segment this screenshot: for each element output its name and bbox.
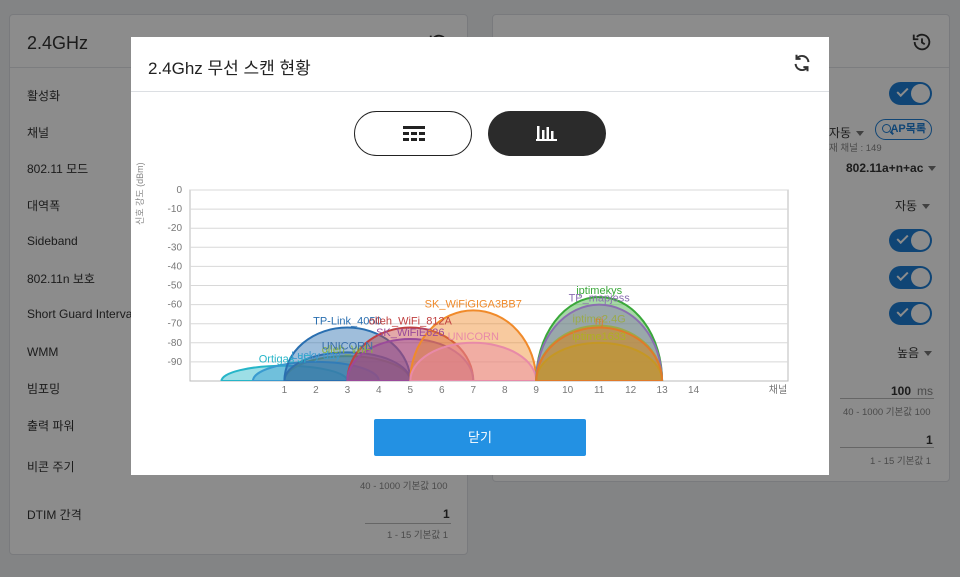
- y-tick-label: -70: [168, 319, 183, 330]
- ssid-label: iptime1633: [572, 331, 626, 343]
- y-tick-label: -20: [168, 223, 183, 234]
- y-tick-label: -40: [168, 261, 183, 272]
- x-tick-label: 2: [313, 385, 319, 396]
- x-tick-label: 4: [376, 385, 382, 396]
- x-tick-label: 9: [533, 385, 539, 396]
- y-tick-label: -10: [168, 204, 183, 215]
- ssid-label: SK_WiFiGIGA3BB7: [425, 298, 522, 310]
- y-tick-label: 0: [176, 185, 182, 196]
- refresh-icon[interactable]: [791, 52, 813, 74]
- ssid-label: SK_WiFiE626: [376, 327, 444, 339]
- x-tick-label: 10: [562, 385, 574, 396]
- modal-divider: [131, 91, 829, 92]
- ssid-label: TP_mapjess: [569, 293, 631, 305]
- modal-title: 2.4Ghz 무선 스캔 현황: [148, 59, 311, 78]
- close-button[interactable]: 닫기: [374, 419, 586, 456]
- x-tick-label: 13: [657, 385, 669, 396]
- x-tick-label: 3: [345, 385, 351, 396]
- list-view-button[interactable]: [354, 111, 472, 156]
- x-tick-label: 8: [502, 385, 508, 396]
- x-tick-label: 5: [408, 385, 414, 396]
- x-tick-label: 11: [594, 385, 605, 396]
- y-tick-label: -60: [168, 300, 183, 311]
- x-tick-label: 1: [282, 385, 288, 396]
- ssid-label: nj: [595, 316, 604, 328]
- ssid-label: UNICORN: [448, 331, 499, 343]
- ssid-label: UNICORN: [322, 340, 373, 352]
- y-tick-label: -80: [168, 338, 183, 349]
- x-tick-label: 7: [470, 385, 476, 396]
- list-view-icon: [403, 126, 425, 141]
- x-axis-label: 채널: [769, 384, 787, 396]
- x-tick-label: 14: [688, 385, 700, 396]
- signal-chart: 0-10-20-30-40-50-60-70-80-90 Ortigas 3Fol…: [168, 185, 789, 396]
- y-tick-label: -30: [168, 242, 183, 253]
- bar-chart-icon: [536, 126, 557, 141]
- y-axis-label: 신호 강도 (dBm): [135, 162, 145, 225]
- graph-view-button[interactable]: [488, 111, 606, 156]
- x-tick-label: 6: [439, 385, 445, 396]
- x-tick-label: 12: [625, 385, 637, 396]
- y-tick-label: -50: [168, 281, 183, 292]
- wireless-scan-modal: 2.4Ghz 무선 스캔 현황 신호 강도 (dBm) 0 -10 -20 -30 -4…: [131, 37, 829, 475]
- ssid-label: olleh_WiFi_812A: [369, 316, 453, 328]
- y-tick-label: -90: [168, 357, 183, 368]
